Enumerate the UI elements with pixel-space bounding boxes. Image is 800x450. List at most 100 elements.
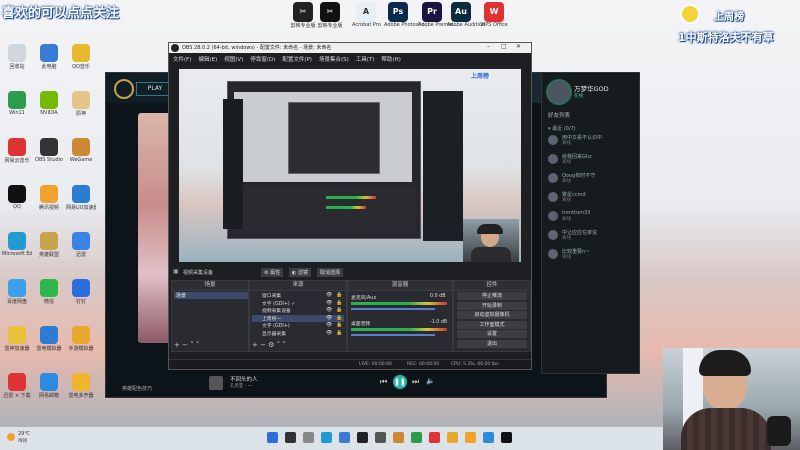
menu-item[interactable]: 配置文件(P) xyxy=(282,55,312,63)
menu-item[interactable]: 帮助(H) xyxy=(381,55,400,63)
desktop-icon[interactable]: Win11 xyxy=(2,91,32,116)
desktop-icon[interactable]: QQ音乐 xyxy=(66,44,96,70)
filters-button[interactable]: ◐ 滤镜 xyxy=(289,268,311,277)
start-icon[interactable] xyxy=(267,432,278,443)
edge-icon[interactable] xyxy=(321,432,332,443)
desktop-icon[interactable]: 手游模拟器 xyxy=(66,326,96,352)
desktop-icon[interactable]: QQ xyxy=(2,185,32,210)
lock-icon[interactable]: 🔒 xyxy=(336,292,342,298)
play-pause-button[interactable]: ❚❚ xyxy=(393,375,407,389)
menu-item[interactable]: 场景集合(S) xyxy=(319,55,349,63)
desktop-icon[interactable]: 英雄联盟 xyxy=(34,232,64,258)
desktop-icon[interactable]: Microsoft Edge xyxy=(2,232,32,257)
desktop-icon[interactable]: 钉钉 xyxy=(66,279,96,305)
obs-window[interactable]: OBS 28.0.2 (64-bit, windows) - 配置文件: 未命名… xyxy=(168,42,532,370)
lock-icon[interactable]: 🔒 xyxy=(336,315,342,321)
control-button[interactable]: 启动虚拟摄像机 xyxy=(457,311,527,319)
top-app-icon[interactable]: W WPS Office xyxy=(480,2,508,28)
desktop-icon[interactable]: 腾讯视频 xyxy=(34,185,64,211)
store-icon[interactable] xyxy=(483,432,494,443)
control-button[interactable]: 退出 xyxy=(457,339,527,348)
desktop-icon[interactable]: 微信 xyxy=(34,279,64,305)
volume-icon[interactable]: 🔈 xyxy=(426,377,435,385)
next-track-icon[interactable]: ⏭ xyxy=(412,377,419,387)
avatar[interactable] xyxy=(546,79,572,105)
folder-icon[interactable] xyxy=(447,432,458,443)
menu-item[interactable]: 编辑(E) xyxy=(198,55,217,63)
desktop-icon[interactable]: WeGame xyxy=(66,138,96,163)
friend-item[interactable]: 用中文看不认识中 离线 xyxy=(548,134,636,148)
friend-item[interactable]: 给我回来Ghz 离线 xyxy=(548,153,636,167)
menu-item[interactable]: 停靠窗(D) xyxy=(250,55,275,63)
obs-icon[interactable] xyxy=(357,432,368,443)
music-icon[interactable] xyxy=(465,432,476,443)
desktop-icon[interactable]: NVIDIA xyxy=(34,91,64,116)
top-app-icon[interactable]: Ps Adobe Photosho... xyxy=(384,2,429,28)
top-app-icon[interactable]: Au Adobe Audition xyxy=(447,2,485,28)
task-view-icon[interactable] xyxy=(303,432,314,443)
menu-item[interactable]: 视图(V) xyxy=(224,55,243,63)
obs-preview[interactable]: 上周榜 xyxy=(179,69,521,262)
visibility-icon[interactable]: 👁 xyxy=(326,330,332,336)
top-app-icon[interactable]: Pr Adobe Premie... xyxy=(418,2,457,28)
friend-item[interactable]: 比较重要n~ 离线 xyxy=(548,248,636,262)
file-explorer-icon[interactable] xyxy=(339,432,350,443)
friend-item[interactable]: 繁星ccmd 离线 xyxy=(548,191,636,205)
source-item[interactable]: 文字 (GDI+) 👁 🔒 xyxy=(252,322,344,329)
friend-item[interactable]: 中让应应在家说 离线 xyxy=(548,229,636,243)
top-app-icon[interactable]: ✂ 剪映专业版 xyxy=(289,2,317,29)
friend-item[interactable]: trenttom33 离线 xyxy=(548,210,636,224)
scene-item[interactable]: 场景 xyxy=(174,292,248,299)
scenes-footer[interactable]: + − ˄ ˅ xyxy=(174,341,199,349)
desktop-icon[interactable]: 迅雷 × 下载 xyxy=(2,373,32,399)
source-item[interactable]: 显示器采集 👁 🔒 xyxy=(252,330,344,337)
desktop-icon[interactable]: 网易邮箱 xyxy=(34,373,64,399)
terminal-icon[interactable] xyxy=(375,432,386,443)
visibility-icon[interactable]: 👁 xyxy=(326,307,332,313)
menu-item[interactable]: 工具(T) xyxy=(356,55,375,63)
visibility-icon[interactable]: 👁 xyxy=(326,292,332,298)
maximize-icon[interactable]: □ xyxy=(501,43,507,50)
desktop-icon[interactable]: 雷电多开器 xyxy=(66,373,96,399)
desktop-icon[interactable]: 雷神加速器 xyxy=(2,326,32,352)
search-icon[interactable] xyxy=(285,432,296,443)
minimize-icon[interactable]: – xyxy=(487,43,490,50)
properties-button[interactable]: ⚙ 属性 xyxy=(261,268,284,277)
source-item[interactable]: 上周榜一 👁 🔒 xyxy=(252,314,344,322)
top-app-icon[interactable]: A Acrobat Pro xyxy=(352,2,381,28)
prev-track-icon[interactable]: ⏮ xyxy=(380,377,387,387)
visibility-icon[interactable]: 👁 xyxy=(326,315,332,321)
source-item[interactable]: 文字 (GDI+) ✓ 👁 🔒 xyxy=(252,300,344,307)
app-icon[interactable] xyxy=(501,432,512,443)
control-button[interactable]: 停止推流 xyxy=(457,292,527,300)
desktop-icon[interactable]: 百度网盘 xyxy=(2,279,32,305)
chrome-icon[interactable] xyxy=(429,432,440,443)
desktop-icon[interactable]: 此电脑 xyxy=(34,44,64,70)
desktop-icon[interactable]: 网易云音乐 xyxy=(2,138,32,164)
friend-item[interactable]: Qoog有时不守 离线 xyxy=(548,172,636,186)
visibility-icon[interactable]: 👁 xyxy=(326,300,332,306)
volume-slider[interactable] xyxy=(351,334,435,336)
top-app-icon[interactable]: ✂ 剪映专业版 xyxy=(316,2,344,29)
close-icon[interactable]: ✕ xyxy=(516,43,521,50)
obs-titlebar[interactable]: OBS 28.0.2 (64-bit, windows) - 配置文件: 未命名… xyxy=(169,43,531,53)
lock-icon[interactable]: 🔒 xyxy=(336,300,342,306)
desktop-icon[interactable]: 雷电模拟器 xyxy=(34,326,64,352)
volume-slider[interactable] xyxy=(351,308,435,310)
desktop-icon[interactable]: 回收站 xyxy=(2,44,32,70)
control-button[interactable]: 开始录制 xyxy=(457,301,527,310)
lol-icon[interactable] xyxy=(393,432,404,443)
source-item[interactable]: 视频采集设备 👁 🔒 xyxy=(252,307,344,314)
lock-icon[interactable]: 🔒 xyxy=(336,330,342,336)
control-button[interactable]: 设置 xyxy=(457,330,527,338)
lock-icon[interactable]: 🔒 xyxy=(336,307,342,313)
control-button[interactable]: 工作室模式 xyxy=(457,320,527,329)
desktop-icon[interactable]: OBS Studio xyxy=(34,138,64,163)
source-item[interactable]: 窗口采集 👁 🔒 xyxy=(252,292,344,299)
desktop-icon[interactable]: 原神 xyxy=(66,91,96,117)
friends-group[interactable]: ▾ 最近 (0/7) xyxy=(548,125,576,132)
desktop-icon[interactable]: 网易UU加速器 xyxy=(66,185,96,211)
wechat-icon[interactable] xyxy=(411,432,422,443)
lock-icon[interactable]: 🔒 xyxy=(336,322,342,328)
menu-item[interactable]: 文件(F) xyxy=(173,55,191,63)
